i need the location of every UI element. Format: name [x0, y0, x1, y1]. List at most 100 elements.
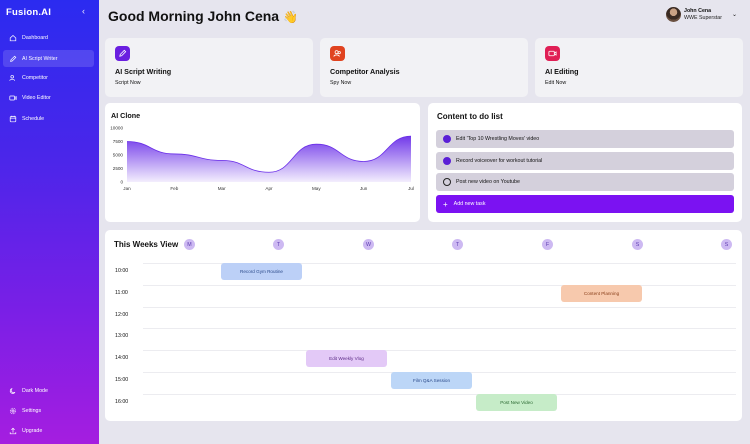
sidebar-item-label: Dark Mode: [22, 387, 48, 394]
x-tick-label: Mar: [218, 186, 226, 191]
grid-line: [143, 394, 736, 395]
video-icon: [545, 46, 560, 61]
time-label: 10:00: [115, 268, 129, 274]
event-block[interactable]: Content Planning: [561, 285, 642, 302]
user-role: WWE Superstar: [684, 14, 722, 21]
users-icon: [330, 46, 345, 61]
day-label-friday[interactable]: F: [542, 239, 553, 250]
day-label-wednesday[interactable]: W: [363, 239, 374, 250]
grid-line: [143, 285, 736, 286]
day-label-monday[interactable]: M: [184, 239, 195, 250]
sidebar-item-schedule[interactable]: Schedule: [3, 110, 94, 127]
feature-card-title: AI Script Writing: [115, 67, 172, 76]
time-label: 11:00: [115, 290, 128, 296]
x-tick-label: May: [312, 186, 321, 191]
sidebar-item-dashboard[interactable]: Dashboard: [3, 29, 94, 46]
avatar: [666, 7, 681, 22]
wave-icon: 👋: [283, 10, 298, 24]
y-tick-label: 2500: [113, 166, 124, 171]
sidebar-item-upgrade[interactable]: Upgrade: [3, 422, 94, 439]
feature-card-ai-editing[interactable]: AI Editing Edit Now: [535, 38, 743, 97]
day-label-thursday[interactable]: T: [452, 239, 463, 250]
time-label: 12:00: [115, 312, 129, 318]
checkbox-unchecked[interactable]: [443, 178, 451, 186]
x-tick-label: Jun: [360, 186, 368, 191]
area-fill: [127, 136, 411, 182]
sidebar-item-label: Upgrade: [22, 427, 43, 434]
collapse-sidebar-icon[interactable]: ‹: [82, 6, 85, 16]
x-tick-label: Apr: [265, 186, 273, 191]
user-profile-menu[interactable]: John Cena WWE Superstar ⌄: [666, 7, 737, 22]
todo-item[interactable]: Post new video on Youtube: [436, 173, 734, 191]
x-tick-label: Jul: [408, 186, 414, 191]
sidebar-item-label: Schedule: [22, 115, 45, 122]
week-view-card: This Weeks View M T W T F S S 10:00 11:0…: [105, 230, 742, 421]
y-tick-label: 5000: [113, 153, 124, 158]
todo-item-label: Record voiceover for workout tutorial: [456, 158, 543, 164]
sidebar-item-label: Dashboard: [22, 34, 48, 41]
feature-card-title: Competitor Analysis: [330, 67, 400, 76]
feature-card-competitor-analysis[interactable]: Competitor Analysis Spy Now: [320, 38, 528, 97]
calendar-icon: [9, 115, 17, 122]
grid-line: [143, 350, 736, 351]
feature-card-action[interactable]: Script Now: [115, 80, 141, 86]
area-chart: 0 2500 5000 7500 10000 Jan Feb Mar Apr May Jun Jul: [110, 126, 414, 192]
users-icon: [9, 74, 15, 81]
sidebar-item-dark-mode[interactable]: Dark Mode: [3, 382, 94, 399]
time-label: 13:00: [115, 333, 129, 339]
grid-line: [143, 328, 736, 329]
todo-title: Content to do list: [437, 112, 503, 121]
event-block[interactable]: Film Q&A Session: [391, 372, 472, 389]
sidebar-item-competitor[interactable]: Competitor: [3, 69, 94, 86]
week-title: This Weeks View: [114, 240, 179, 249]
feature-card-action[interactable]: Spy Now: [330, 80, 351, 86]
brand-logo: Fusion.AI: [6, 7, 52, 18]
add-task-label: Add new task: [453, 201, 486, 207]
plus-icon: +: [443, 199, 448, 209]
y-tick-label: 7500: [113, 139, 124, 144]
time-label: 15:00: [115, 377, 129, 383]
todo-item[interactable]: Edit 'Top 10 Wrestling Moves' video: [436, 130, 734, 148]
day-label-sunday[interactable]: S: [721, 239, 732, 250]
upload-icon: [9, 427, 17, 434]
time-label: 14:00: [115, 355, 129, 361]
sidebar: Fusion.AI ‹ Dashboard AI Script Writer C…: [0, 0, 99, 444]
sidebar-item-settings[interactable]: Settings: [3, 402, 94, 419]
pen-icon: [115, 46, 130, 61]
greeting-text: Good Morning John Cena: [108, 8, 280, 24]
y-tick-label: 10000: [110, 126, 123, 131]
x-tick-label: Jan: [123, 186, 131, 191]
day-label-saturday[interactable]: S: [632, 239, 643, 250]
todo-card: Content to do list Edit 'Top 10 Wrestlin…: [428, 103, 742, 222]
sidebar-item-label: AI Script Writer: [22, 55, 58, 62]
moon-icon: [9, 387, 16, 394]
home-icon: [9, 34, 17, 41]
sidebar-item-video-editor[interactable]: Video Editor: [3, 89, 94, 106]
add-task-button[interactable]: + Add new task: [436, 195, 734, 213]
ai-clone-chart-card: AI Clone 0 2500 5000 7500 10000 Jan Feb Mar Apr M…: [105, 103, 420, 222]
event-block[interactable]: Record Gym Routine: [221, 263, 302, 280]
todo-item-label: Edit 'Top 10 Wrestling Moves' video: [456, 136, 540, 142]
grid-line: [143, 307, 736, 308]
event-block[interactable]: Edit Weekly Vlog: [306, 350, 387, 367]
sidebar-item-ai-script-writer[interactable]: AI Script Writer: [3, 50, 94, 67]
page-title: Good Morning John Cena 👋: [108, 8, 298, 24]
time-label: 16:00: [115, 399, 129, 405]
pen-icon: [10, 55, 17, 62]
sidebar-item-label: Competitor: [22, 74, 48, 81]
video-icon: [9, 95, 17, 100]
todo-item[interactable]: Record voiceover for workout tutorial: [436, 152, 734, 170]
sidebar-item-label: Video Editor: [22, 94, 51, 101]
day-label-tuesday[interactable]: T: [273, 239, 284, 250]
feature-card-action[interactable]: Edit Now: [545, 80, 566, 86]
sidebar-item-label: Settings: [22, 407, 42, 414]
gear-icon: [9, 407, 17, 414]
chevron-down-icon[interactable]: ⌄: [732, 11, 737, 18]
event-block[interactable]: Post New Video: [476, 394, 557, 411]
checkbox-checked[interactable]: [443, 135, 451, 143]
x-tick-label: Feb: [170, 186, 178, 191]
feature-card-ai-script-writing[interactable]: AI Script Writing Script Now: [105, 38, 313, 97]
y-tick-label: 0: [120, 180, 123, 185]
feature-card-title: AI Editing: [545, 67, 579, 76]
checkbox-checked[interactable]: [443, 157, 451, 165]
